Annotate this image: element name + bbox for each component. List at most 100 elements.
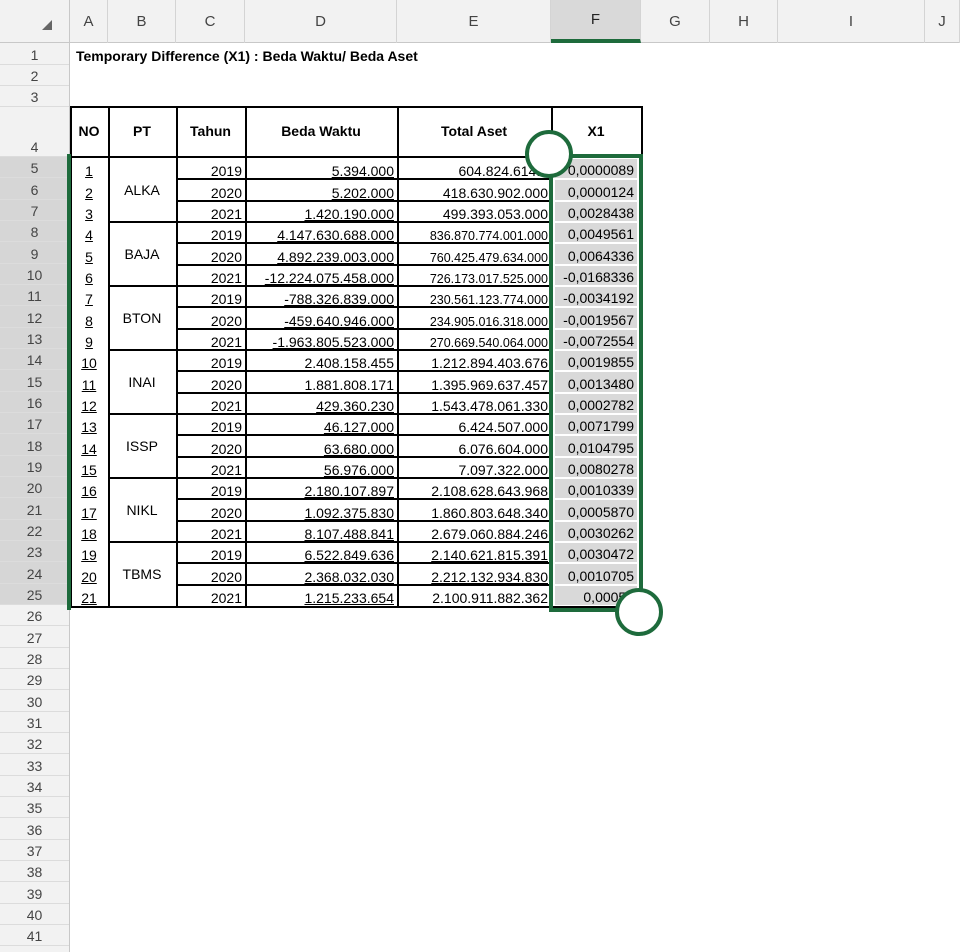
cell-no[interactable]: 20 <box>74 563 104 585</box>
row-header-31[interactable]: 31 <box>0 712 69 733</box>
cell-no[interactable]: 14 <box>74 435 104 457</box>
cell-beda-waktu[interactable]: -12.224.075.458.000 <box>245 265 397 286</box>
header-beda-waktu[interactable]: Beda Waktu <box>245 106 397 156</box>
row-header-39[interactable]: 39 <box>0 882 69 904</box>
cell-total-aset[interactable]: 836.870.774.001.000 <box>397 222 551 243</box>
cell-company[interactable]: INAI <box>108 350 176 414</box>
cell-company[interactable]: NIKL <box>108 478 176 542</box>
row-header-33[interactable]: 33 <box>0 754 69 776</box>
row-header-25[interactable]: 25 <box>0 583 69 605</box>
row-header-5[interactable]: 5 <box>0 157 69 179</box>
cell-no[interactable]: 5 <box>74 243 104 265</box>
cell-tahun[interactable]: 2020 <box>176 371 245 393</box>
cell-no[interactable]: 11 <box>74 371 104 393</box>
cell-no[interactable]: 17 <box>74 499 104 521</box>
cell-no[interactable]: 3 <box>74 201 104 222</box>
cell-tahun[interactable]: 2019 <box>176 158 245 179</box>
cell-total-aset[interactable]: 1.543.478.061.330 <box>397 393 551 414</box>
cell-total-aset[interactable]: 2.140.621.815.391 <box>397 542 551 563</box>
cell-tahun[interactable]: 2021 <box>176 457 245 478</box>
cell-total-aset[interactable]: 270.669.540.064.000 <box>397 329 551 350</box>
row-header-21[interactable]: 21 <box>0 498 69 520</box>
cell-no[interactable]: 19 <box>74 542 104 563</box>
cell-total-aset[interactable]: 2.100.911.882.362 <box>397 585 551 606</box>
cell-tahun[interactable]: 2021 <box>176 521 245 542</box>
row-header-27[interactable]: 27 <box>0 626 69 648</box>
cell-total-aset[interactable]: 1.860.803.648.340 <box>397 499 551 521</box>
cell-tahun[interactable]: 2020 <box>176 243 245 265</box>
cell-tahun[interactable]: 2020 <box>176 179 245 201</box>
cell-no[interactable]: 15 <box>74 457 104 478</box>
row-header-22[interactable]: 22 <box>0 519 69 541</box>
cell-beda-waktu[interactable]: 56.976.000 <box>245 457 397 478</box>
row-header-29[interactable]: 29 <box>0 669 69 691</box>
row-header-2[interactable]: 2 <box>0 65 69 86</box>
column-header-e[interactable]: E <box>397 0 551 43</box>
cell-beda-waktu[interactable]: 2.180.107.897 <box>245 478 397 499</box>
cell-beda-waktu[interactable]: 2.368.032.030 <box>245 563 397 585</box>
row-header-14[interactable]: 14 <box>0 348 69 371</box>
cell-company[interactable]: TBMS <box>108 542 176 606</box>
cell-tahun[interactable]: 2019 <box>176 478 245 499</box>
row-header-7[interactable]: 7 <box>0 199 69 221</box>
cell-tahun[interactable]: 2020 <box>176 435 245 457</box>
row-header-6[interactable]: 6 <box>0 178 69 200</box>
row-header-37[interactable]: 37 <box>0 840 69 861</box>
cell-total-aset[interactable]: 2.212.132.934.830 <box>397 563 551 585</box>
cell-beda-waktu[interactable]: -1.963.805.523.000 <box>245 329 397 350</box>
row-header-30[interactable]: 30 <box>0 690 69 712</box>
cell-beda-waktu[interactable]: 46.127.000 <box>245 414 397 435</box>
cell-tahun[interactable]: 2021 <box>176 201 245 222</box>
row-header-4[interactable]: 4 <box>0 107 69 157</box>
cell-no[interactable]: 16 <box>74 478 104 499</box>
cell-total-aset[interactable]: 1.395.969.637.457 <box>397 371 551 393</box>
cell-tahun[interactable]: 2020 <box>176 499 245 521</box>
column-header-g[interactable]: G <box>641 0 710 43</box>
cell-no[interactable]: 9 <box>74 329 104 350</box>
row-header-23[interactable]: 23 <box>0 540 69 563</box>
row-header-18[interactable]: 18 <box>0 434 69 456</box>
cell-total-aset[interactable]: 726.173.017.525.000 <box>397 265 551 286</box>
cell-tahun[interactable]: 2021 <box>176 393 245 414</box>
row-header-34[interactable]: 34 <box>0 776 69 797</box>
row-header-13[interactable]: 13 <box>0 327 69 349</box>
cell-beda-waktu[interactable]: 4.147.630.688.000 <box>245 222 397 243</box>
cell-tahun[interactable]: 2020 <box>176 307 245 329</box>
header-no[interactable]: NO <box>70 106 108 156</box>
cell-total-aset[interactable]: 234.905.016.318.000 <box>397 307 551 329</box>
cell-tahun[interactable]: 2019 <box>176 350 245 371</box>
cell-company[interactable]: BTON <box>108 286 176 350</box>
cell-tahun[interactable]: 2019 <box>176 286 245 307</box>
cell-total-aset[interactable]: 6.424.507.000 <box>397 414 551 435</box>
column-header-j[interactable]: J <box>925 0 960 43</box>
cell-beda-waktu[interactable]: -459.640.946.000 <box>245 307 397 329</box>
cell-total-aset[interactable]: 418.630.902.000 <box>397 179 551 201</box>
row-header-16[interactable]: 16 <box>0 391 69 413</box>
column-header-d[interactable]: D <box>245 0 397 43</box>
cell-total-aset[interactable]: 760.425.479.634.000 <box>397 243 551 265</box>
row-header-17[interactable]: 17 <box>0 412 69 435</box>
cell-no[interactable]: 4 <box>74 222 104 243</box>
cell-beda-waktu[interactable]: 63.680.000 <box>245 435 397 457</box>
column-header-h[interactable]: H <box>710 0 778 43</box>
row-header-32[interactable]: 32 <box>0 733 69 755</box>
row-header-41[interactable]: 41 <box>0 925 69 947</box>
row-header-24[interactable]: 24 <box>0 562 69 584</box>
column-header-i[interactable]: I <box>778 0 925 43</box>
cell-beda-waktu[interactable]: 1.215.233.654 <box>245 585 397 606</box>
row-header-26[interactable]: 26 <box>0 605 69 627</box>
cell-beda-waktu[interactable]: 8.107.488.841 <box>245 521 397 542</box>
cell-total-aset[interactable]: 1.212.894.403.676 <box>397 350 551 371</box>
cell-beda-waktu[interactable]: 2.408.158.455 <box>245 350 397 371</box>
row-header-15[interactable]: 15 <box>0 370 69 392</box>
row-header-9[interactable]: 9 <box>0 242 69 264</box>
selection-handle-bottom[interactable] <box>615 587 663 636</box>
cell-company[interactable]: ALKA <box>108 158 176 222</box>
row-header-28[interactable]: 28 <box>0 648 69 669</box>
row-header-3[interactable]: 3 <box>0 86 69 107</box>
row-header-19[interactable]: 19 <box>0 455 69 477</box>
column-header-f[interactable]: F <box>551 0 641 43</box>
cell-tahun[interactable]: 2019 <box>176 542 245 563</box>
cell-no[interactable]: 2 <box>74 179 104 201</box>
cell-tahun[interactable]: 2021 <box>176 265 245 286</box>
